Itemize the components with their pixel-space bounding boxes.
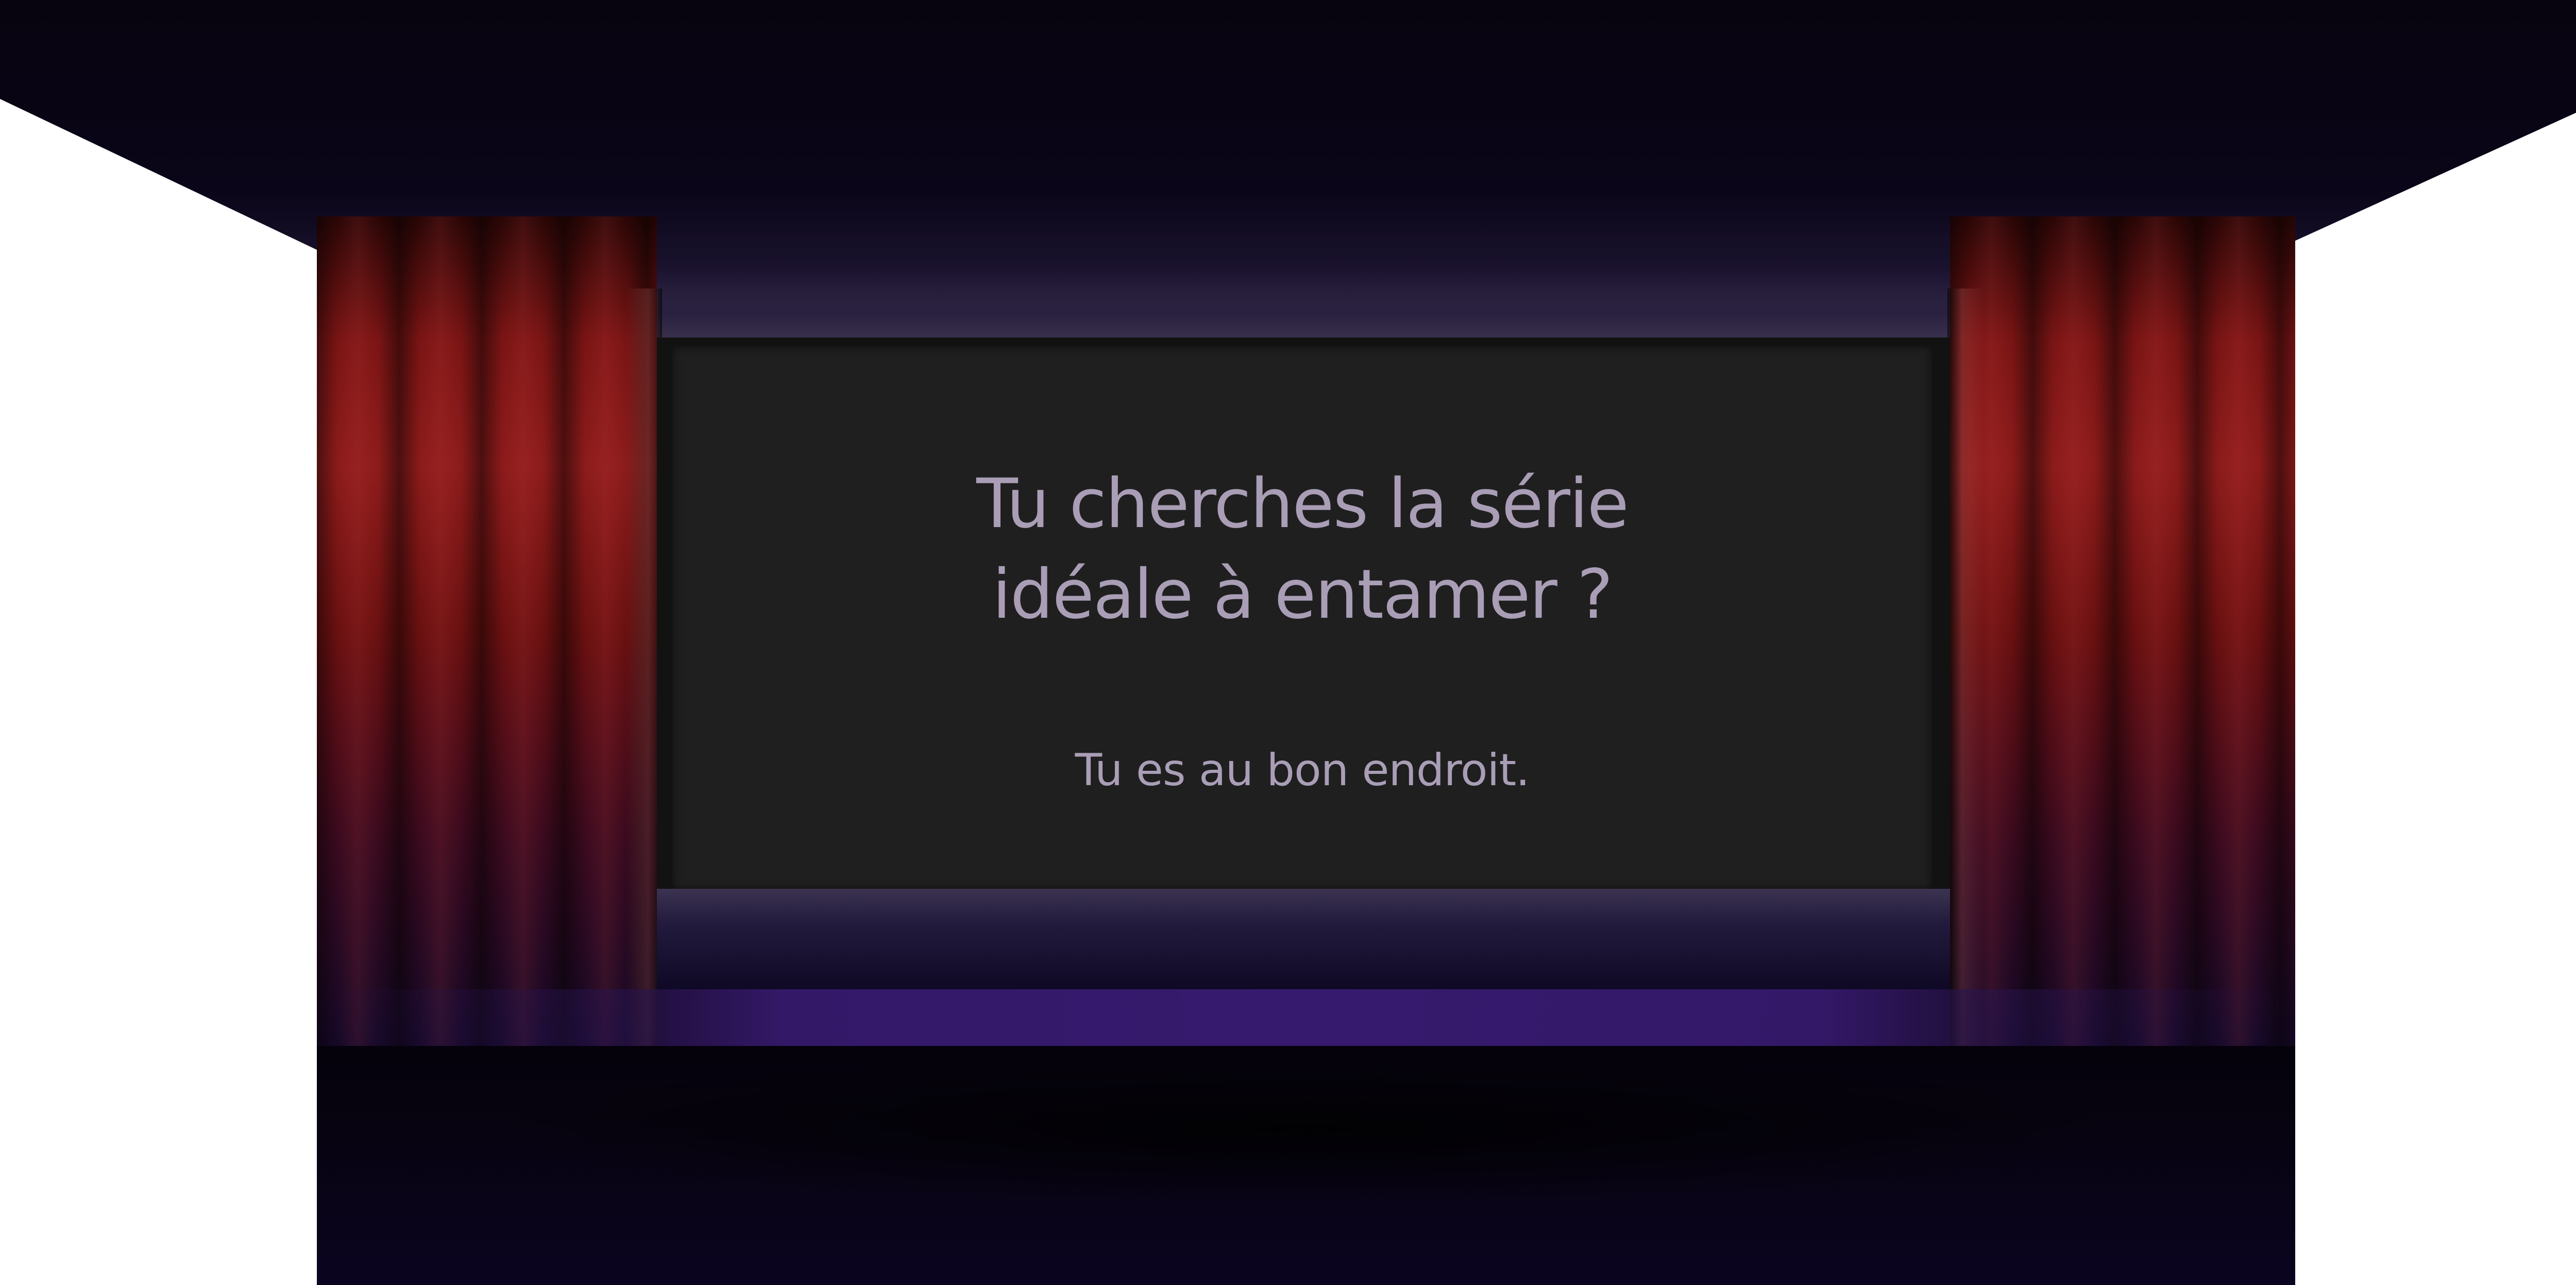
curtain-right [1950, 216, 2295, 1046]
hero-headline: Tu cherches la série idéale à entamer ? [672, 459, 1932, 640]
cinema-scene: Tu cherches la série idéale à entamer ? … [0, 0, 2576, 1285]
stage-strip-left [317, 989, 657, 1046]
hero-headline-line-2: idéale à entamer ? [992, 555, 1613, 634]
screen-bottom-glow [657, 889, 1950, 992]
curtain-left [317, 216, 657, 1046]
screen-top-glow [654, 268, 1953, 345]
floor-shadow [464, 1051, 2143, 1206]
stage-strip-right [1950, 989, 2295, 1046]
stage-strip [657, 989, 1950, 1046]
curtain-right-edge [1947, 289, 1984, 1046]
hero-subline: Tu es au bon endroit. [1075, 745, 1530, 796]
hero-headline-line-1: Tu cherches la série [976, 464, 1629, 544]
